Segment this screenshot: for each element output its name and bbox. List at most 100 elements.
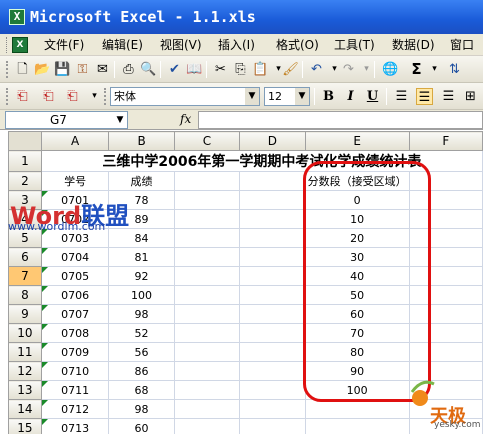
print-preview-icon[interactable]: 🔍 [140, 61, 157, 78]
row-header[interactable]: 10 [8, 323, 42, 343]
print-icon[interactable]: ⎙ [120, 61, 137, 78]
cell[interactable] [173, 399, 241, 419]
bin-cell[interactable]: 40 [304, 266, 410, 286]
cell[interactable] [239, 285, 306, 305]
cell[interactable] [408, 190, 483, 210]
cell[interactable] [239, 228, 306, 248]
cell[interactable] [239, 304, 306, 324]
cell[interactable] [239, 361, 306, 381]
score-cell[interactable]: 92 [108, 266, 175, 286]
score-cell[interactable]: 56 [108, 342, 175, 362]
cell[interactable] [173, 190, 241, 210]
menu-view[interactable]: 视图(V) [160, 37, 202, 53]
name-box[interactable]: G7 ▼ [5, 111, 128, 129]
cell[interactable] [239, 190, 306, 210]
insert-function-icon[interactable]: fx [180, 112, 191, 126]
align-center-icon[interactable]: ☰ [416, 88, 433, 105]
score-cell[interactable]: 98 [108, 399, 175, 419]
bin-cell[interactable]: 30 [304, 247, 410, 267]
cell[interactable] [173, 418, 241, 434]
student-id-cell[interactable]: 0709 [40, 342, 110, 362]
header-cell-score[interactable]: 成绩 [108, 171, 175, 191]
menu-format[interactable]: 格式(O) [276, 37, 319, 53]
score-cell[interactable]: 86 [108, 361, 175, 381]
row-header[interactable]: 8 [8, 285, 42, 305]
column-header-e[interactable]: E [304, 131, 410, 151]
row-header[interactable]: 11 [8, 342, 42, 362]
column-header-d[interactable]: D [239, 131, 306, 151]
column-header-f[interactable]: F [408, 131, 483, 151]
cell[interactable] [173, 361, 241, 381]
bold-button[interactable]: B [320, 88, 337, 105]
score-cell[interactable]: 60 [108, 418, 175, 434]
score-cell[interactable]: 81 [108, 247, 175, 267]
student-id-cell[interactable]: 0713 [40, 418, 110, 434]
underline-button[interactable]: U [364, 88, 381, 105]
cell[interactable] [239, 380, 306, 400]
cell[interactable] [239, 418, 306, 434]
student-id-cell[interactable]: 0707 [40, 304, 110, 324]
row-header[interactable]: 15 [8, 418, 42, 434]
menu-window[interactable]: 窗口 [450, 37, 474, 53]
cell[interactable] [173, 171, 241, 191]
cell[interactable] [239, 323, 306, 343]
hyperlink-icon[interactable]: 🌐 [382, 61, 399, 78]
student-id-cell[interactable]: 0708 [40, 323, 110, 343]
font-name-combo[interactable]: 宋体 ▼ [110, 87, 260, 106]
menu-insert[interactable]: 插入(I) [218, 37, 255, 53]
italic-button[interactable]: I [342, 88, 359, 105]
spelling-icon[interactable]: ✔ [166, 61, 183, 78]
student-id-cell[interactable]: 0710 [40, 361, 110, 381]
header-cell-student-id[interactable]: 学号 [40, 171, 110, 191]
cell[interactable] [408, 266, 483, 286]
cell[interactable] [173, 266, 241, 286]
formula-input[interactable] [198, 111, 483, 129]
cell[interactable] [173, 209, 241, 229]
bin-cell[interactable]: 10 [304, 209, 410, 229]
score-cell[interactable]: 100 [108, 285, 175, 305]
redo-icon[interactable]: ↷ [340, 61, 357, 78]
student-id-cell[interactable]: 0712 [40, 399, 110, 419]
score-cell[interactable]: 52 [108, 323, 175, 343]
save-icon[interactable]: 💾 [54, 61, 71, 78]
cell[interactable] [173, 247, 241, 267]
workbook-icon[interactable]: X [12, 37, 28, 53]
bin-cell[interactable]: 20 [304, 228, 410, 248]
cell[interactable] [408, 285, 483, 305]
student-id-cell[interactable]: 0705 [40, 266, 110, 286]
cell[interactable] [408, 209, 483, 229]
menu-edit[interactable]: 编辑(E) [102, 37, 143, 53]
autosum-dropdown-icon[interactable]: ▾ [426, 61, 443, 78]
research-icon[interactable]: 📖 [186, 61, 203, 78]
chevron-down-icon[interactable]: ▼ [245, 88, 259, 105]
cell[interactable] [173, 285, 241, 305]
score-cell[interactable]: 68 [108, 380, 175, 400]
align-left-icon[interactable]: ☰ [393, 88, 410, 105]
row-header[interactable]: 1 [8, 150, 42, 172]
cell[interactable] [408, 323, 483, 343]
chevron-down-icon[interactable]: ▼ [295, 88, 309, 105]
cell[interactable] [239, 399, 306, 419]
score-cell[interactable]: 98 [108, 304, 175, 324]
cut-icon[interactable]: ✂ [212, 61, 229, 78]
column-header-c[interactable]: C [173, 131, 241, 151]
undo-icon[interactable]: ↶ [308, 61, 325, 78]
column-header-a[interactable]: A [40, 131, 110, 151]
student-id-cell[interactable]: 0706 [40, 285, 110, 305]
autosum-icon[interactable]: Σ [408, 61, 425, 78]
column-header-b[interactable]: B [108, 131, 175, 151]
cell[interactable] [173, 304, 241, 324]
toolbar-options-icon[interactable]: ▾ [86, 88, 103, 105]
cell[interactable] [408, 228, 483, 248]
row-header[interactable]: 9 [8, 304, 42, 324]
bin-cell[interactable]: 60 [304, 304, 410, 324]
bin-cell[interactable]: 50 [304, 285, 410, 305]
cell[interactable] [239, 209, 306, 229]
permission-icon[interactable]: ⚿ [74, 61, 91, 78]
new-icon[interactable]: 🗋 [14, 61, 31, 78]
cell[interactable] [408, 171, 483, 191]
cell[interactable] [173, 228, 241, 248]
row-header[interactable]: 2 [8, 171, 42, 191]
cell[interactable] [239, 247, 306, 267]
menu-tools[interactable]: 工具(T) [334, 37, 375, 53]
